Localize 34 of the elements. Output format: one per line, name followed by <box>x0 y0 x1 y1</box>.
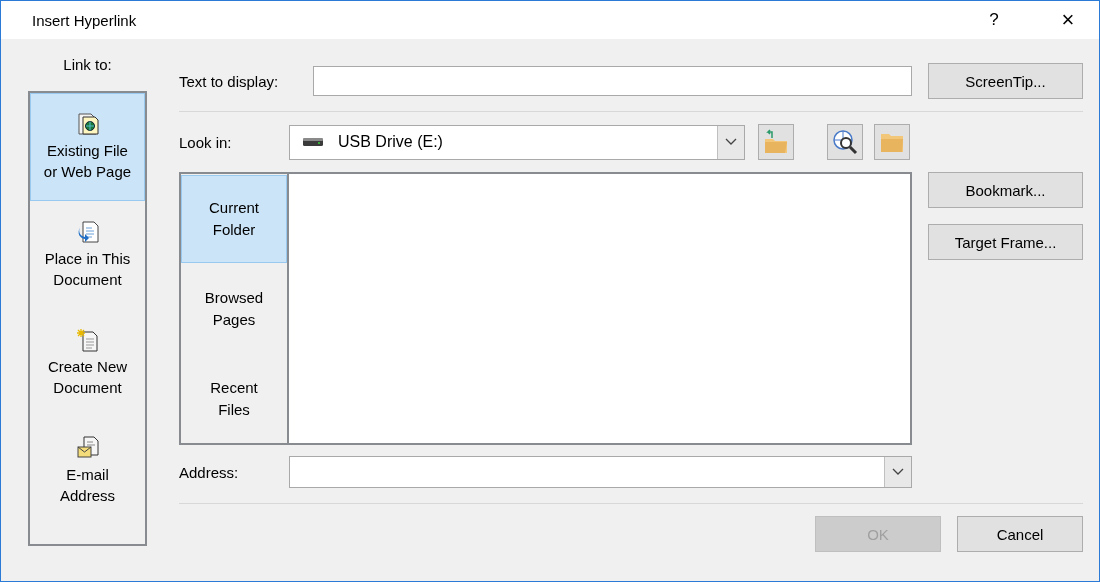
look-in-label: Look in: <box>179 133 233 151</box>
link-to-option[interactable]: Place in This Document <box>30 201 145 309</box>
look-in-value: USB Drive (E:) <box>338 133 443 151</box>
up-folder-button[interactable] <box>758 124 794 160</box>
link-to-option[interactable]: Existing File or Web Page <box>30 93 145 201</box>
chevron-down-icon <box>892 468 904 476</box>
side-button[interactable]: Bookmark... <box>928 172 1083 208</box>
window-title: Insert Hyperlink <box>32 11 138 29</box>
link-to-label: Link to: <box>63 55 112 75</box>
screentip-button[interactable]: ScreenTip... <box>928 63 1083 99</box>
side-button[interactable]: Target Frame... <box>928 224 1083 260</box>
chevron-down-icon <box>725 138 737 146</box>
close-button[interactable]: × <box>1045 1 1091 39</box>
link-to-option[interactable]: Create New Document <box>30 309 145 417</box>
folder-up-arrow-icon <box>763 129 789 155</box>
browse-nav-tab[interactable]: Current Folder <box>181 175 287 263</box>
cancel-button[interactable]: Cancel <box>957 516 1083 552</box>
browse-nav-tab[interactable]: Browsed Pages <box>181 265 287 353</box>
help-button[interactable]: ? <box>979 10 1009 30</box>
browse-web-button[interactable] <box>827 124 863 160</box>
text-to-display-field[interactable] <box>313 66 912 96</box>
browse-file-button[interactable] <box>874 124 910 160</box>
address-label: Address: <box>179 463 240 481</box>
envelope-document-icon <box>76 436 99 460</box>
browse-nav-tab[interactable]: Recent Files <box>181 355 287 443</box>
link-to-option[interactable]: E-mail Address <box>30 417 145 525</box>
document-arrow-icon <box>76 220 99 244</box>
drive-icon <box>302 137 324 147</box>
text-to-display-label: Text to display: <box>179 72 280 90</box>
look-in-dropdown[interactable]: USB Drive (E:) <box>289 124 745 160</box>
globe-magnifier-icon <box>832 129 858 155</box>
document-globe-icon <box>76 112 99 136</box>
new-document-icon <box>76 328 99 352</box>
address-dropdown[interactable] <box>289 456 912 488</box>
